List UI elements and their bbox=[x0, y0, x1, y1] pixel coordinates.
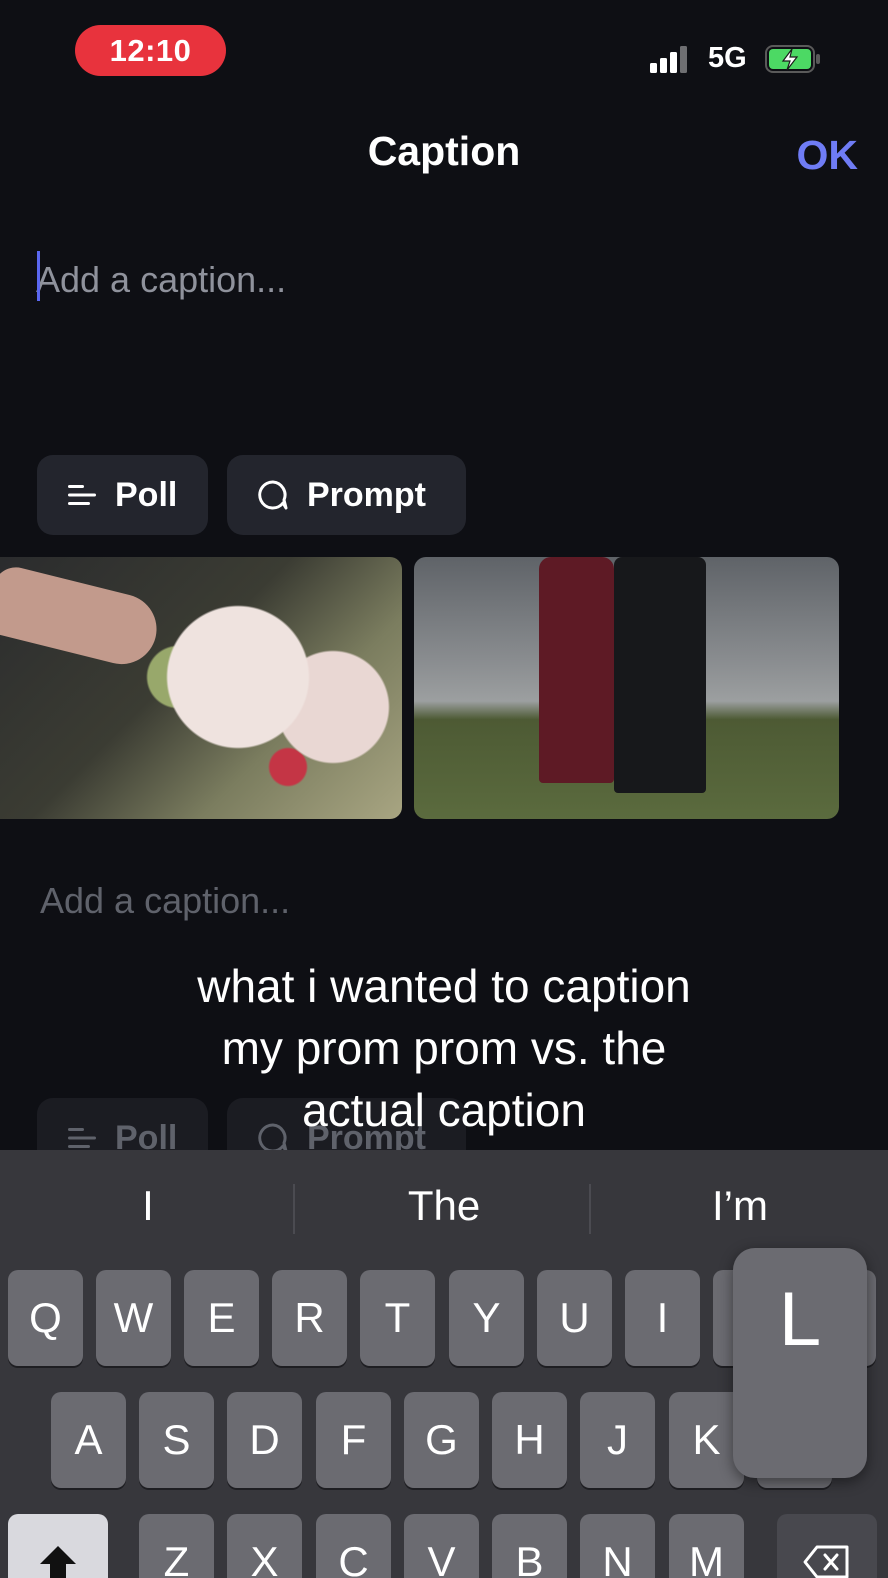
charging-battery-icon bbox=[765, 45, 820, 73]
caption-input[interactable] bbox=[36, 250, 848, 310]
key-g[interactable]: G bbox=[404, 1392, 479, 1488]
key-b[interactable]: B bbox=[492, 1514, 567, 1578]
network-type: 5G bbox=[708, 42, 747, 74]
key-w[interactable]: W bbox=[96, 1270, 171, 1366]
key-s[interactable]: S bbox=[139, 1392, 214, 1488]
key-t[interactable]: T bbox=[360, 1270, 435, 1366]
speech-bubble-icon bbox=[258, 480, 288, 510]
page-title: Caption bbox=[367, 128, 521, 174]
background-caption-placeholder: Add a caption... bbox=[40, 880, 291, 921]
key-i[interactable]: I bbox=[625, 1270, 700, 1366]
suggestion-1[interactable]: I bbox=[98, 1182, 198, 1230]
text-cursor bbox=[37, 251, 40, 301]
key-z[interactable]: Z bbox=[139, 1514, 214, 1578]
key-f[interactable]: F bbox=[316, 1392, 391, 1488]
shift-key[interactable] bbox=[8, 1514, 108, 1578]
ok-button[interactable]: OK bbox=[797, 132, 859, 179]
key-d[interactable]: D bbox=[227, 1392, 302, 1488]
poll-button[interactable]: Poll bbox=[37, 455, 208, 535]
key-m[interactable]: M bbox=[669, 1514, 744, 1578]
corsage-photo bbox=[0, 557, 402, 819]
prompt-label: Prompt bbox=[307, 475, 426, 514]
key-v[interactable]: V bbox=[404, 1514, 479, 1578]
key-n[interactable]: N bbox=[580, 1514, 655, 1578]
delete-key[interactable] bbox=[777, 1514, 877, 1578]
poll-lines-icon bbox=[68, 485, 96, 505]
suggestion-3[interactable]: I’m bbox=[640, 1182, 840, 1230]
key-x[interactable]: X bbox=[227, 1514, 302, 1578]
cellular-signal-icon bbox=[650, 45, 690, 73]
key-preview-popup: L bbox=[733, 1248, 867, 1478]
overlay-line-1: what i wanted to caption bbox=[197, 960, 691, 1012]
suggestion-2[interactable]: The bbox=[344, 1182, 544, 1230]
key-c[interactable]: C bbox=[316, 1514, 391, 1578]
key-a[interactable]: A bbox=[51, 1392, 126, 1488]
key-h[interactable]: H bbox=[492, 1392, 567, 1488]
backspace-icon bbox=[803, 1545, 849, 1578]
prompt-button[interactable]: Prompt bbox=[227, 455, 466, 535]
overlay-line-3: actual caption bbox=[302, 1084, 586, 1136]
status-time: 12:10 bbox=[75, 25, 226, 76]
key-y[interactable]: Y bbox=[449, 1270, 524, 1366]
suggestion-divider bbox=[589, 1184, 591, 1234]
video-overlay-text: what i wanted to caption my prom prom vs… bbox=[44, 955, 844, 1141]
overlay-line-2: my prom prom vs. the bbox=[221, 1022, 667, 1074]
suggestion-divider bbox=[293, 1184, 295, 1234]
key-q[interactable]: Q bbox=[8, 1270, 83, 1366]
key-u[interactable]: U bbox=[537, 1270, 612, 1366]
key-e[interactable]: E bbox=[184, 1270, 259, 1366]
couple-photo bbox=[414, 557, 839, 819]
key-j[interactable]: J bbox=[580, 1392, 655, 1488]
poll-label: Poll bbox=[115, 475, 178, 514]
key-r[interactable]: R bbox=[272, 1270, 347, 1366]
shift-arrow-icon bbox=[40, 1546, 76, 1578]
